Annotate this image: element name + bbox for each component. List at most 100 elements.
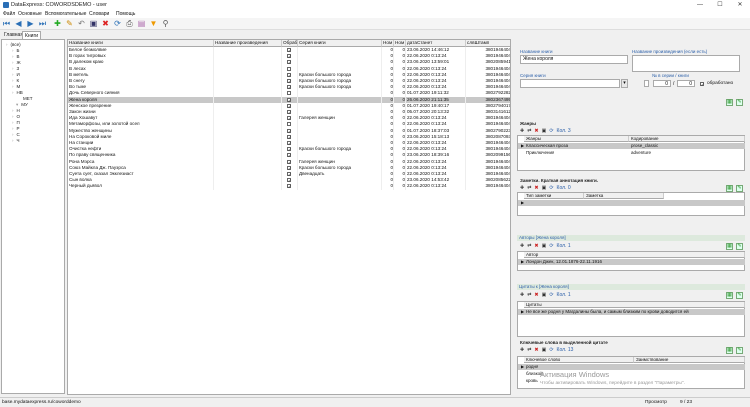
table-row[interactable]: Черный дьявол ✓ 0 0 22.06.2020 0:13:24 380194… xyxy=(68,183,510,190)
tab-books[interactable]: Книги xyxy=(22,31,42,39)
series-num-2[interactable]: 0 xyxy=(677,80,695,87)
quotes-edit-icon[interactable]: ⇄ xyxy=(527,292,531,298)
keywords-delete-icon[interactable]: ✖ xyxy=(534,347,538,353)
grid-header-col-stamp[interactable]: слвШтамп xyxy=(466,40,510,47)
processed-checkbox[interactable]: ✓ xyxy=(287,147,291,152)
keywords-refresh-icon[interactable]: ⟳ xyxy=(549,347,553,353)
num-dropdown[interactable] xyxy=(644,80,649,87)
genres-count-link[interactable]: Кол. 3 xyxy=(557,128,571,134)
notes-refresh-icon[interactable]: ⟳ xyxy=(549,185,553,191)
processed-checkbox[interactable]: ✓ xyxy=(287,103,291,108)
grid-header-col-title[interactable]: Название книги xyxy=(68,40,214,47)
menu-aux[interactable]: Вспомогательные xyxy=(45,11,86,17)
tree-node[interactable]: › Н xyxy=(12,108,20,113)
authors-edit-icon[interactable]: ⇄ xyxy=(527,243,531,249)
undo-icon[interactable]: ↶ xyxy=(77,19,86,28)
quotes-count-link[interactable]: Кол. 1 xyxy=(557,292,571,298)
tree-toggle-icon[interactable]: › xyxy=(12,66,14,71)
genres-refresh-icon[interactable]: ⟳ xyxy=(549,128,553,134)
menu-main[interactable]: Основные xyxy=(18,11,42,17)
processed-checkbox[interactable]: ✓ xyxy=(287,72,291,77)
book-title-field[interactable]: Жена короля xyxy=(520,55,628,64)
menu-dictionaries[interactable]: Словари xyxy=(89,11,109,17)
tree-toggle-icon[interactable]: › xyxy=(12,126,14,131)
tree-node[interactable]: › Б xyxy=(12,48,19,53)
tree-node[interactable]: › И xyxy=(12,72,20,77)
notes-count-link[interactable]: Кол. 0 xyxy=(557,185,571,191)
notes-add-icon[interactable]: ✚ xyxy=(520,185,524,191)
keywords-add-button[interactable]: ▦ xyxy=(726,347,733,354)
add-icon[interactable]: ✚ xyxy=(53,19,62,28)
grid-header-col-done[interactable]: Обраб xyxy=(282,40,298,47)
export-icon[interactable]: ▤ xyxy=(137,19,146,28)
processed-checkbox[interactable]: ✓ xyxy=(287,141,291,146)
notes-save-icon[interactable]: ▣ xyxy=(542,185,547,191)
search-icon[interactable]: ⚲ xyxy=(161,19,170,28)
work-title-field[interactable] xyxy=(632,55,740,72)
keywords-save-icon[interactable]: ▣ xyxy=(542,347,547,353)
genres-add-icon[interactable]: ✚ xyxy=(520,128,524,134)
notes-add-button[interactable]: ▦ xyxy=(726,185,733,192)
tree-toggle-icon[interactable]: › xyxy=(12,132,14,137)
tree-node[interactable]: › П xyxy=(12,120,20,125)
processed-checkbox[interactable]: ✓ xyxy=(287,172,291,177)
tree-node[interactable]: › Р xyxy=(12,126,20,131)
print-icon[interactable]: ⎙ xyxy=(125,19,134,28)
tree-toggle-icon[interactable]: › xyxy=(12,120,14,125)
close-button[interactable]: ✕ xyxy=(730,1,750,9)
processed-checkbox[interactable]: ✓ xyxy=(287,153,291,158)
tree-node[interactable]: › З xyxy=(12,66,19,71)
grid-header-col-series[interactable]: Серия книги xyxy=(298,40,382,47)
processed-checkbox[interactable]: ✓ xyxy=(287,97,291,102)
genres-delete-icon[interactable]: ✖ xyxy=(534,128,538,134)
tree-node[interactable]: › Ж xyxy=(12,60,21,65)
next-icon[interactable]: ▶ xyxy=(26,19,35,28)
notes-empty-row[interactable] xyxy=(518,200,745,206)
last-icon[interactable]: ⏭ xyxy=(38,19,47,28)
grid-header-col-date[interactable]: датаСтанет xyxy=(406,40,466,47)
processed-checkbox[interactable]: ✓ xyxy=(287,85,291,90)
genres-edit-icon[interactable]: ⇄ xyxy=(527,128,531,134)
processed-checkbox[interactable]: ✓ xyxy=(287,128,291,133)
authors-edit-button[interactable]: ✎ xyxy=(736,243,743,250)
quotes-save-icon[interactable]: ▣ xyxy=(542,292,547,298)
edit-icon[interactable]: ✎ xyxy=(65,19,74,28)
authors-count-link[interactable]: Кол. 1 xyxy=(557,243,571,249)
tree-toggle-icon[interactable]: › xyxy=(6,42,8,47)
tree-toggle-icon[interactable]: › xyxy=(12,54,14,59)
tree-toggle-icon[interactable]: › xyxy=(12,108,14,113)
processed-checkbox[interactable]: ✓ xyxy=(287,178,291,183)
processed-checkbox[interactable] xyxy=(287,122,291,127)
genres-edit-button[interactable]: ✎ xyxy=(736,99,743,106)
refresh-icon[interactable]: ⟳ xyxy=(113,19,122,28)
grid-header-col-num2[interactable]: Ном xyxy=(394,40,406,47)
menu-help[interactable]: Помощь xyxy=(116,11,135,17)
series-dropdown-icon[interactable]: ▾ xyxy=(621,79,628,88)
minimize-button[interactable]: — xyxy=(690,1,710,9)
keywords-edit-icon[interactable]: ⇄ xyxy=(527,347,531,353)
first-icon[interactable]: ⏮ xyxy=(2,19,11,28)
processed-checkbox[interactable]: ✓ xyxy=(287,165,291,170)
tree-node[interactable]: › С xyxy=(12,132,20,137)
authors-delete-icon[interactable]: ✖ xyxy=(534,243,538,249)
processed-checkbox[interactable]: ✓ xyxy=(287,110,291,115)
tree-toggle-icon[interactable]: › xyxy=(12,138,14,143)
authors-save-icon[interactable]: ▣ xyxy=(542,243,547,249)
tree-toggle-icon[interactable]: › xyxy=(12,60,14,65)
tree-node[interactable]: › НВ xyxy=(12,90,23,95)
processed-checkbox[interactable] xyxy=(287,66,291,71)
authors-add-icon[interactable]: ✚ xyxy=(520,243,524,249)
save-icon[interactable]: ▣ xyxy=(89,19,98,28)
menu-file[interactable]: Файл xyxy=(3,11,15,17)
tree-toggle-icon[interactable]: › xyxy=(12,48,14,53)
processed-checkbox[interactable]: ✓ xyxy=(287,159,291,164)
processed-checkbox[interactable] xyxy=(287,91,291,96)
tree-node[interactable]: › К xyxy=(12,78,19,83)
grid-header-col-num1[interactable]: Ном xyxy=(382,40,394,47)
processed-checkbox[interactable]: ✓ xyxy=(287,184,291,189)
tree-toggle-icon[interactable]: ▾ xyxy=(16,102,18,107)
tree-node[interactable]: › М xyxy=(12,84,20,89)
processed-checkbox[interactable]: ✓ xyxy=(287,116,291,121)
series-num-1[interactable]: 0 xyxy=(653,80,671,87)
grid-header-col-work[interactable]: Название произведения xyxy=(214,40,282,47)
